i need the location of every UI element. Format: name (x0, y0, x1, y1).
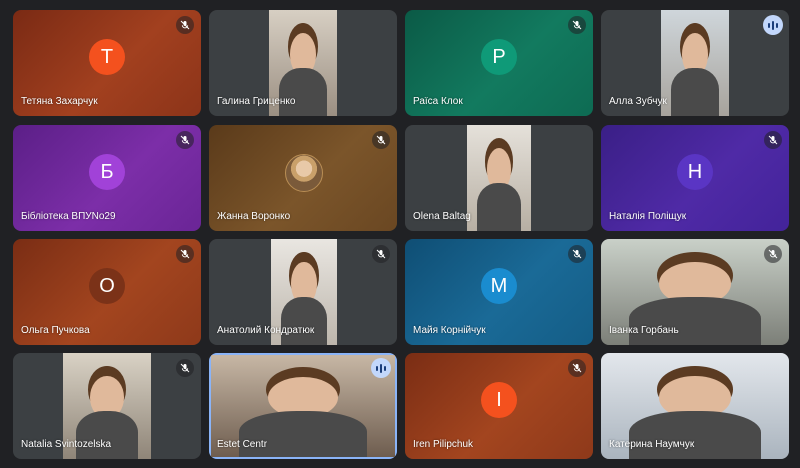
participant-name: Іванка Горбань (609, 325, 679, 336)
audio-level-icon (763, 15, 783, 35)
participant-name: Наталія Поліщук (609, 211, 687, 222)
participant-name: Ольга Пучкова (21, 325, 90, 336)
participant-name: Бібліотека ВПУNo29 (21, 211, 116, 222)
participant-avatar: І (481, 382, 517, 418)
mic-off-icon (176, 359, 194, 377)
audio-level-icon (371, 358, 391, 378)
participant-video (661, 10, 729, 116)
mic-off-icon (372, 131, 390, 149)
mic-off-icon (372, 245, 390, 263)
participant-tile[interactable]: Галина Гриценко (209, 10, 397, 116)
participant-name: Жанна Воронко (217, 211, 291, 222)
participant-avatar: Т (89, 39, 125, 75)
participant-tile[interactable]: О Ольга Пучкова (13, 239, 201, 345)
participant-name: Olena Baltag (413, 211, 471, 222)
mic-off-icon (568, 16, 586, 34)
participant-grid: Т Тетяна Захарчук Галина Гриценко Р Раїс… (0, 0, 800, 468)
mic-off-icon (764, 131, 782, 149)
participant-name: Раїса Клок (413, 96, 463, 107)
mic-off-icon (764, 245, 782, 263)
participant-tile[interactable]: Анатолий Кондратюк (209, 239, 397, 345)
mic-off-icon (176, 245, 194, 263)
profile-photo (285, 154, 323, 192)
participant-name: Катерина Наумчук (609, 439, 695, 450)
participant-name: Алла Зубчук (609, 96, 667, 107)
participant-name: Майя Корнійчук (413, 325, 486, 336)
participant-tile[interactable]: Б Бібліотека ВПУNo29 (13, 125, 201, 231)
participant-tile[interactable]: Estet Centr (209, 353, 397, 459)
mic-off-icon (176, 16, 194, 34)
participant-name: Natalia Svintozelska (21, 439, 112, 450)
participant-avatar: О (89, 268, 125, 304)
participant-tile[interactable]: Іванка Горбань (601, 239, 789, 345)
participant-tile[interactable]: Olena Baltag (405, 125, 593, 231)
mic-off-icon (176, 131, 194, 149)
participant-tile[interactable]: М Майя Корнійчук (405, 239, 593, 345)
participant-tile[interactable]: Н Наталія Поліщук (601, 125, 789, 231)
participant-avatar: Б (89, 154, 125, 190)
participant-tile[interactable]: Катерина Наумчук (601, 353, 789, 459)
participant-avatar: М (481, 268, 517, 304)
participant-name: Тетяна Захарчук (21, 96, 98, 107)
participant-avatar: Р (481, 39, 517, 75)
mic-off-icon (568, 359, 586, 377)
participant-avatar: Н (677, 154, 713, 190)
mic-off-icon (568, 245, 586, 263)
participant-name: Iren Pilipchuk (413, 439, 474, 450)
participant-tile[interactable]: І Iren Pilipchuk (405, 353, 593, 459)
participant-name: Анатолий Кондратюк (217, 325, 315, 336)
participant-tile[interactable]: Р Раїса Клок (405, 10, 593, 116)
participant-tile[interactable]: Алла Зубчук (601, 10, 789, 116)
participant-name: Галина Гриценко (217, 96, 296, 107)
participant-tile[interactable]: Т Тетяна Захарчук (13, 10, 201, 116)
participant-tile[interactable]: Natalia Svintozelska (13, 353, 201, 459)
participant-tile[interactable]: Жанна Воронко (209, 125, 397, 231)
participant-video (467, 125, 531, 231)
participant-name: Estet Centr (217, 439, 268, 450)
